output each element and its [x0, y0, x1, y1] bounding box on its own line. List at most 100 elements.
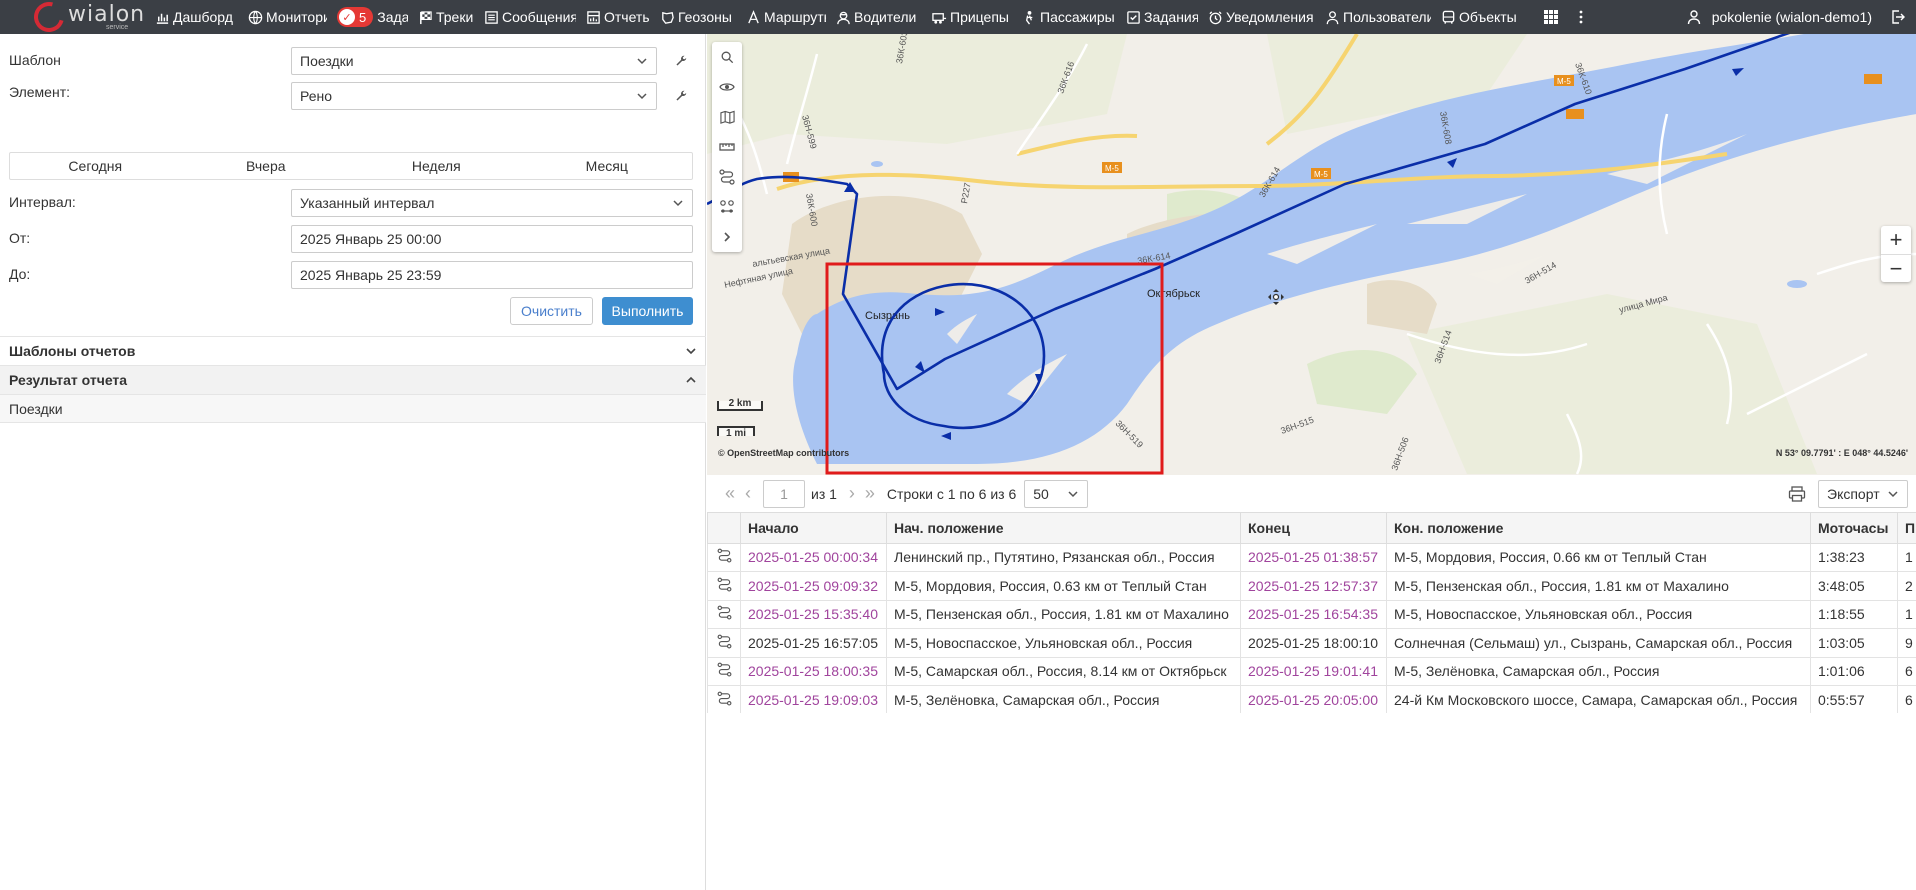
nav-monitoring[interactable]: Мониторинг — [243, 0, 332, 34]
track-toggle-icon[interactable] — [707, 542, 741, 572]
map-view[interactable]: 36К-603 36К-616 36Н-599 36К-600 Р227 36К… — [707, 34, 1916, 475]
export-select[interactable]: Экспорт — [1818, 480, 1908, 508]
cell-engine-hours: 1:03:05 — [1810, 628, 1898, 658]
element-settings-wrench-icon[interactable] — [669, 84, 693, 108]
map-expand-chevron-right-icon[interactable] — [712, 222, 742, 252]
nav-jobs[interactable]: Задания — [1121, 0, 1203, 34]
nav-passengers[interactable]: Пассажиры — [1017, 0, 1121, 34]
chevron-down-icon — [686, 348, 696, 355]
period-week[interactable]: Неделя — [351, 153, 522, 179]
nav-reports[interactable]: Отчеты — [581, 0, 655, 34]
period-today[interactable]: Сегодня — [10, 153, 181, 179]
map-layers-icon[interactable] — [712, 102, 742, 132]
track-toggle-icon[interactable] — [707, 656, 741, 686]
cell-end[interactable]: 2025-01-25 12:57:37 — [1240, 571, 1387, 601]
wialon-logo[interactable]: wialon service — [0, 0, 150, 34]
template-select[interactable]: Поездки — [291, 47, 657, 75]
col-header-truncated[interactable]: Пр — [1897, 513, 1916, 544]
map-search-icon[interactable] — [712, 42, 742, 72]
cell-start[interactable]: 2025-01-25 15:35:40 — [740, 599, 887, 629]
to-date-input[interactable]: 2025 Январь 25 23:59 — [291, 261, 693, 289]
from-date-input[interactable]: 2025 Январь 25 00:00 — [291, 225, 693, 253]
nav-tracks[interactable]: Треки — [413, 0, 479, 34]
apps-grid-icon[interactable] — [1536, 0, 1566, 34]
globe-icon — [248, 10, 263, 24]
nav-trailers[interactable]: Прицепы — [927, 0, 1017, 34]
table-row[interactable]: 2025-01-25 16:57:05 М-5, Новоспасское, Ул… — [707, 628, 1916, 658]
to-label: До: — [9, 266, 31, 282]
cursor-coordinates: N 53° 09.7791' : E 048° 44.5246' — [1775, 448, 1908, 458]
run-button[interactable]: Выполнить — [602, 297, 693, 325]
cell-end[interactable]: 2025-01-25 19:01:41 — [1240, 656, 1387, 686]
rows-per-page-select[interactable]: 50 — [1024, 479, 1089, 508]
element-select[interactable]: Рено — [291, 82, 657, 110]
map-eye-icon[interactable] — [712, 72, 742, 102]
table-row[interactable]: 2025-01-25 19:09:03 М-5, Зелёновка, Самар… — [707, 685, 1916, 713]
cell-end[interactable]: 2025-01-25 16:54:35 — [1240, 599, 1387, 629]
col-header-start[interactable]: Начало — [740, 513, 887, 544]
col-header-start-position[interactable]: Нач. положение — [886, 513, 1241, 544]
map-attribution[interactable]: © OpenStreetMap contributors — [718, 448, 849, 458]
map-pins-icon[interactable] — [712, 192, 742, 222]
table-row[interactable]: 2025-01-25 15:35:40 М-5, Пензенская обл.,… — [707, 599, 1916, 629]
zoom-in-button[interactable]: + — [1881, 226, 1911, 254]
nav-monitoring-label: Мониторинг — [266, 9, 327, 25]
col-header-end[interactable]: Конец — [1240, 513, 1387, 544]
user-menu[interactable]: pokolenie (wialon-demo1) — [1678, 9, 1880, 25]
track-toggle-icon[interactable] — [707, 571, 741, 601]
nav-routes[interactable]: Маршруты — [741, 0, 831, 34]
nav-tasks[interactable]: ✓5 Задачи — [332, 0, 413, 34]
cell-start-position: М-5, Пензенская обл., Россия, 1.81 км от… — [886, 599, 1241, 629]
cell-end-position: М-5, Пензенская обл., Россия, 1.81 км от… — [1386, 571, 1811, 601]
check-circle-icon: ✓ — [339, 9, 355, 25]
table-row[interactable]: 2025-01-25 09:09:32 М-5, Мордовия, Россия… — [707, 571, 1916, 601]
clear-button[interactable]: Очистить — [510, 297, 593, 325]
result-trips-item[interactable]: Поездки — [0, 394, 706, 423]
cell-start: 2025-01-25 16:57:05 — [740, 628, 887, 658]
period-yesterday[interactable]: Вчера — [181, 153, 352, 179]
page-input[interactable]: 1 — [763, 479, 805, 508]
message-list-icon — [485, 10, 498, 24]
track-toggle-icon[interactable] — [707, 628, 741, 658]
report-templates-section[interactable]: Шаблоны отчетов — [0, 336, 706, 365]
nav-users-label: Пользователи — [1343, 9, 1431, 25]
last-page-icon[interactable]: » — [861, 479, 879, 509]
cell-start[interactable]: 2025-01-25 19:09:03 — [740, 685, 887, 713]
cell-start[interactable]: 2025-01-25 09:09:32 — [740, 571, 887, 601]
nav-geofences[interactable]: Геозоны — [655, 0, 741, 34]
map-route-icon[interactable] — [712, 162, 742, 192]
logout-icon[interactable] — [1880, 0, 1916, 34]
nav-dashboard[interactable]: Дашборд — [150, 0, 243, 34]
prev-page-icon[interactable]: ‹ — [739, 479, 757, 509]
cell-start[interactable]: 2025-01-25 00:00:34 — [740, 542, 887, 572]
print-icon[interactable] — [1782, 479, 1812, 509]
track-toggle-icon[interactable] — [707, 599, 741, 629]
track-toggle-icon[interactable] — [707, 685, 741, 713]
zoom-out-button[interactable]: − — [1881, 254, 1911, 282]
cell-end: 2025-01-25 18:00:10 — [1240, 628, 1387, 658]
col-header-engine-hours[interactable]: Моточасы — [1810, 513, 1898, 544]
interval-select[interactable]: Указанный интервал — [291, 189, 693, 217]
report-result-section[interactable]: Результат отчета — [0, 365, 706, 394]
map-ruler-icon[interactable] — [712, 132, 742, 162]
table-header-row: Начало Нач. положение Конец Кон. положен… — [707, 513, 1916, 544]
first-page-icon[interactable]: « — [721, 479, 739, 509]
cell-end[interactable]: 2025-01-25 01:38:57 — [1240, 542, 1387, 572]
nav-drivers[interactable]: Водители — [831, 0, 927, 34]
scale-mi: 1 mi — [717, 426, 755, 439]
table-row[interactable]: 2025-01-25 00:00:34 Ленинский пр., Путяти… — [707, 542, 1916, 572]
period-month[interactable]: Месяц — [522, 153, 693, 179]
nav-units[interactable]: Объекты — [1436, 0, 1536, 34]
rows-range-label: Строки с 1 по 6 из 6 — [886, 485, 1017, 502]
cell-end[interactable]: 2025-01-25 20:05:00 — [1240, 685, 1387, 713]
col-header-end-position[interactable]: Кон. положение — [1386, 513, 1811, 544]
nav-messages[interactable]: Сообщения — [479, 0, 581, 34]
cell-start[interactable]: 2025-01-25 18:00:35 — [740, 656, 887, 686]
cell-end-position: М-5, Новоспасское, Ульяновская обл., Рос… — [1386, 599, 1811, 629]
nav-notifications[interactable]: Уведомления — [1203, 0, 1320, 34]
next-page-icon[interactable]: › — [843, 479, 861, 509]
more-vertical-icon[interactable] — [1566, 0, 1596, 34]
table-row[interactable]: 2025-01-25 18:00:35 М-5, Самарская обл., … — [707, 656, 1916, 686]
template-settings-wrench-icon[interactable] — [669, 49, 693, 73]
nav-users[interactable]: Пользователи — [1320, 0, 1436, 34]
